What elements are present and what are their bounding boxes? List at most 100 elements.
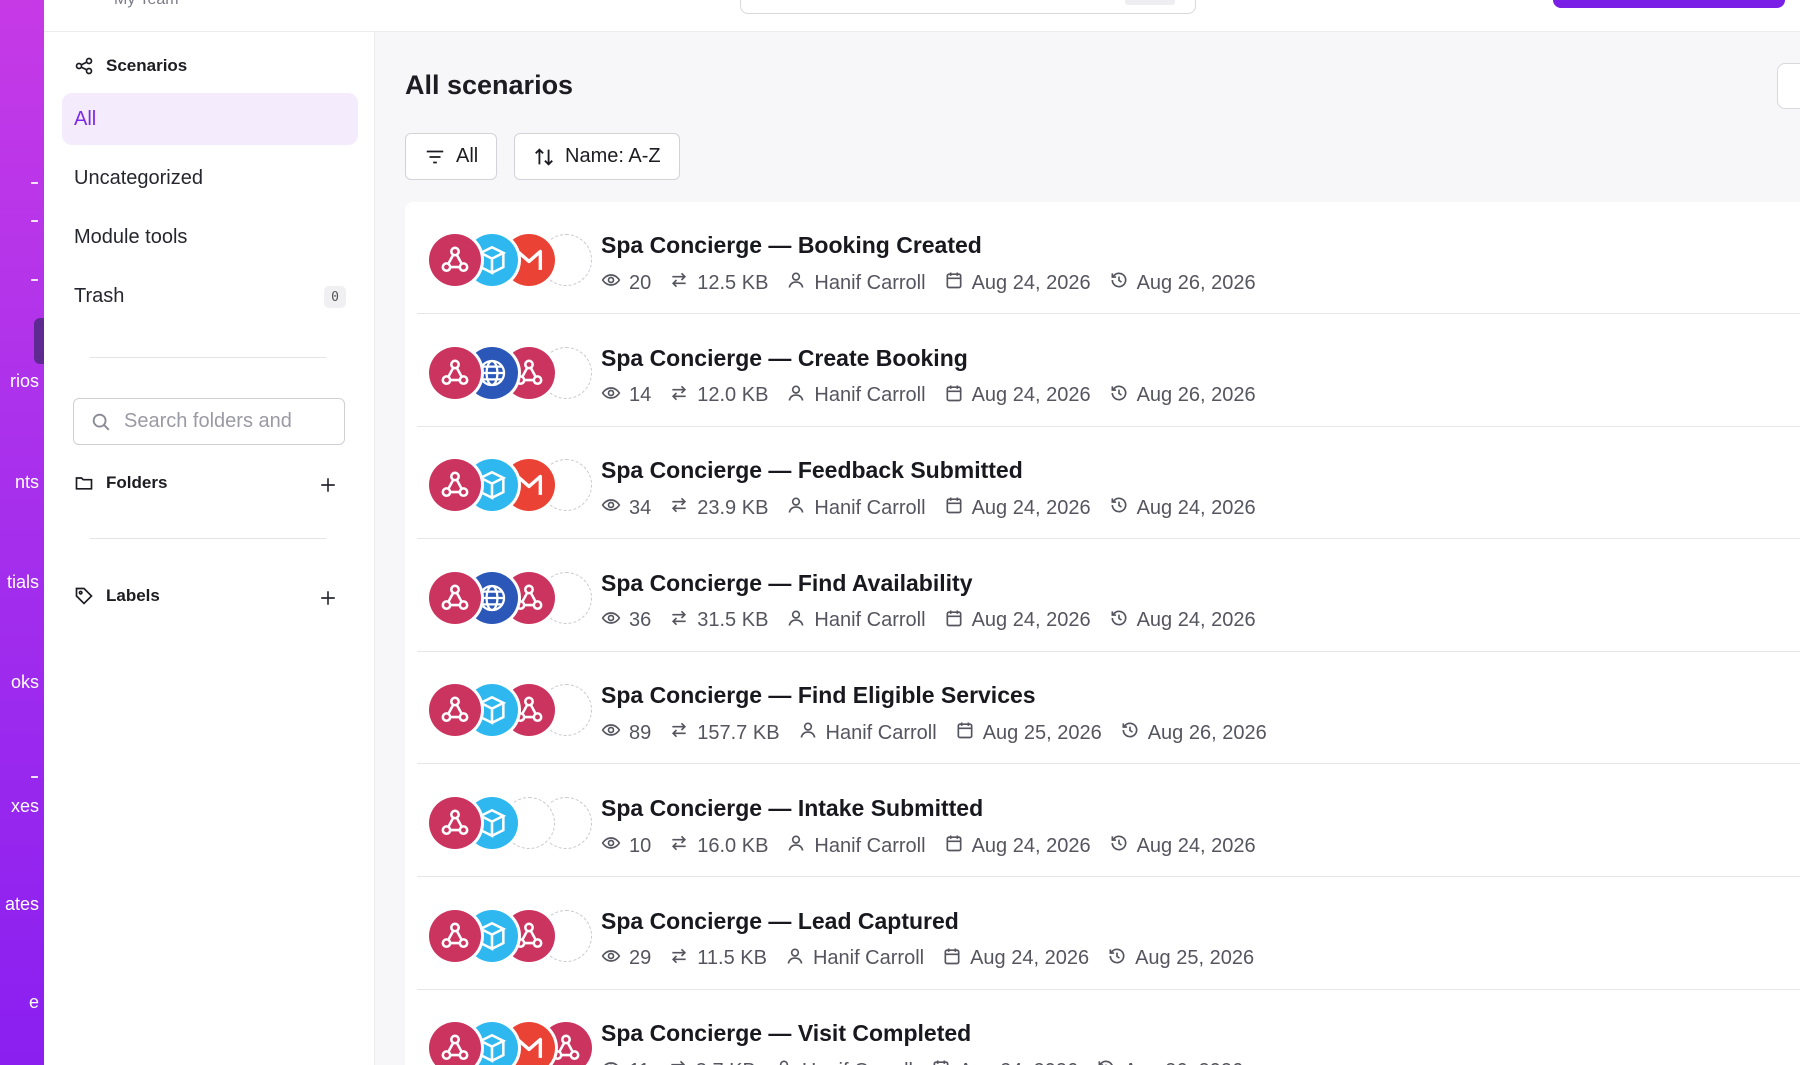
rail-item-webhooks[interactable]: oks: [11, 672, 39, 693]
size-stat: 23.9 KB: [669, 495, 768, 521]
filter-label: All: [456, 145, 479, 167]
scenario-row[interactable]: Spa Concierge — Create Booking 14 12.0 KB H…: [417, 315, 1800, 427]
calendar-icon: [931, 1058, 951, 1065]
scenario-row[interactable]: Spa Concierge — Visit Completed 11 3.7 KB H…: [417, 990, 1800, 1065]
updated-date: Aug 26, 2026: [1136, 384, 1256, 407]
folder-search-box[interactable]: [73, 398, 345, 445]
rail-item-data-boxes[interactable]: xes: [11, 796, 39, 817]
data-size: 23.9 KB: [697, 496, 769, 519]
search-scenarios-button[interactable]: [1777, 63, 1800, 109]
sidebar-item-uncategorized[interactable]: Uncategorized: [62, 152, 358, 204]
filter-button[interactable]: All: [405, 133, 498, 180]
rail-item-scenarios[interactable]: rios: [10, 371, 39, 392]
scenario-name-link[interactable]: Spa Concierge — Find Eligible Services: [601, 682, 1036, 709]
app-icon-stack: [429, 459, 599, 513]
global-search-input[interactable]: [740, 0, 1196, 14]
size-stat: 16.0 KB: [669, 833, 768, 859]
labels-heading-label: Labels: [106, 586, 160, 605]
created-date: Aug 24, 2026: [970, 947, 1090, 970]
history-icon: [1120, 720, 1140, 746]
sidebar-item-module-tools[interactable]: Module tools: [62, 211, 358, 263]
size-stat: 12.0 KB: [669, 383, 768, 409]
rail-item-more[interactable]: e: [29, 992, 39, 1013]
calendar-icon: [944, 383, 964, 409]
owner-name: Hanif Carroll: [814, 496, 926, 519]
folder-search-input[interactable]: [124, 410, 334, 433]
sidebar-item-trash[interactable]: Trash 0: [62, 270, 358, 322]
app-window: rios nts tials oks xes ates e My Team Sc…: [0, 0, 1800, 1065]
sidebar-item-all[interactable]: All: [62, 93, 358, 145]
team-label[interactable]: My Team: [114, 0, 179, 9]
transfer-icon: [669, 833, 689, 859]
rail-item-templates[interactable]: ates: [5, 894, 39, 915]
scenario-name-link[interactable]: Spa Concierge — Visit Completed: [601, 1020, 971, 1047]
sort-button[interactable]: Name: A-Z: [514, 133, 680, 180]
transfer-icon: [669, 383, 689, 409]
scenario-row[interactable]: Spa Concierge — Find Eligible Services 89…: [417, 652, 1800, 765]
updated-date: Aug 24, 2026: [1136, 496, 1256, 519]
eye-icon: [601, 1058, 621, 1065]
views-count: 34: [629, 496, 652, 519]
data-size: 3.7 KB: [696, 1060, 756, 1065]
filter-icon: [426, 150, 444, 163]
scenario-row[interactable]: Spa Concierge — Booking Created 20 12.5 KB…: [417, 202, 1800, 314]
transfer-icon: [669, 720, 689, 746]
views-stat: 89: [601, 720, 651, 746]
app-icon-stack: [429, 346, 599, 401]
rail-tick: [31, 182, 38, 184]
eye-icon: [601, 495, 621, 521]
scenario-name-link[interactable]: Spa Concierge — Booking Created: [601, 232, 982, 259]
updated-date: Aug 26, 2026: [1124, 1060, 1243, 1065]
views-stat: 29: [601, 946, 651, 972]
owner-stat: Hanif Carroll: [786, 270, 926, 296]
owner-name: Hanif Carroll: [814, 609, 926, 632]
owner-name: Hanif Carroll: [812, 947, 925, 970]
transfer-icon: [669, 608, 689, 634]
scenario-name-link[interactable]: Spa Concierge — Feedback Submitted: [601, 457, 1023, 484]
scenario-row[interactable]: Spa Concierge — Intake Submitted 10 16.0 K…: [417, 765, 1800, 877]
views-stat: 36: [601, 608, 651, 634]
eye-icon: [601, 608, 621, 634]
updated-date: Aug 25, 2026: [1135, 947, 1255, 970]
user-icon: [774, 1058, 794, 1065]
main-content: All scenarios All Name: A-Z Spa Concierg…: [375, 32, 1800, 1065]
views-count: 89: [629, 721, 652, 744]
scenario-row[interactable]: Spa Concierge — Lead Captured 29 11.5 KB Ha…: [417, 878, 1800, 990]
updated-stat: Aug 24, 2026: [1109, 608, 1256, 634]
created-date: Aug 25, 2026: [982, 721, 1102, 744]
created-stat: Aug 24, 2026: [944, 833, 1091, 859]
eye-icon: [601, 270, 621, 296]
scenario-name-link[interactable]: Spa Concierge — Find Availability: [601, 570, 972, 597]
add-folder-button[interactable]: [316, 473, 340, 497]
sidebar-divider: [90, 357, 326, 358]
rail-item-credentials[interactable]: tials: [7, 572, 39, 593]
sort-arrows-icon: [535, 147, 553, 166]
created-date: Aug 24, 2026: [971, 834, 1091, 857]
created-stat: Aug 24, 2026: [944, 495, 1091, 521]
scenario-row[interactable]: Spa Concierge — Feedback Submitted 34 23.9…: [417, 427, 1800, 540]
scenario-name-link[interactable]: Spa Concierge — Intake Submitted: [601, 795, 983, 822]
views-count: 11: [629, 1060, 650, 1065]
user-icon: [786, 383, 806, 409]
transfer-icon: [668, 1058, 688, 1065]
scenario-name-link[interactable]: Spa Concierge — Create Booking: [601, 345, 968, 372]
calendar-icon: [944, 495, 964, 521]
rail-item-connections[interactable]: nts: [15, 472, 39, 493]
size-stat: 31.5 KB: [669, 608, 768, 634]
app-icon-stack: [429, 684, 599, 738]
views-count: 20: [629, 271, 652, 294]
eye-icon: [601, 946, 621, 972]
app-icon-stack: [429, 797, 599, 851]
scenario-row[interactable]: Spa Concierge — Find Availability 36 31.5 …: [417, 540, 1800, 652]
create-scenario-button[interactable]: [1553, 0, 1785, 8]
rail-tick: [31, 776, 38, 778]
scenario-name-link[interactable]: Spa Concierge — Lead Captured: [601, 908, 959, 935]
user-icon: [786, 608, 806, 634]
add-label-button[interactable]: [316, 586, 340, 610]
updated-stat: Aug 26, 2026: [1120, 720, 1267, 746]
history-icon: [1109, 833, 1129, 859]
created-date: Aug 24, 2026: [971, 384, 1091, 407]
scenario-meta: 14 12.0 KB Hanif Carroll Aug 24, 2026 Aug 26…: [601, 383, 1256, 409]
created-stat: Aug 24, 2026: [944, 383, 1091, 409]
history-icon: [1109, 608, 1129, 634]
